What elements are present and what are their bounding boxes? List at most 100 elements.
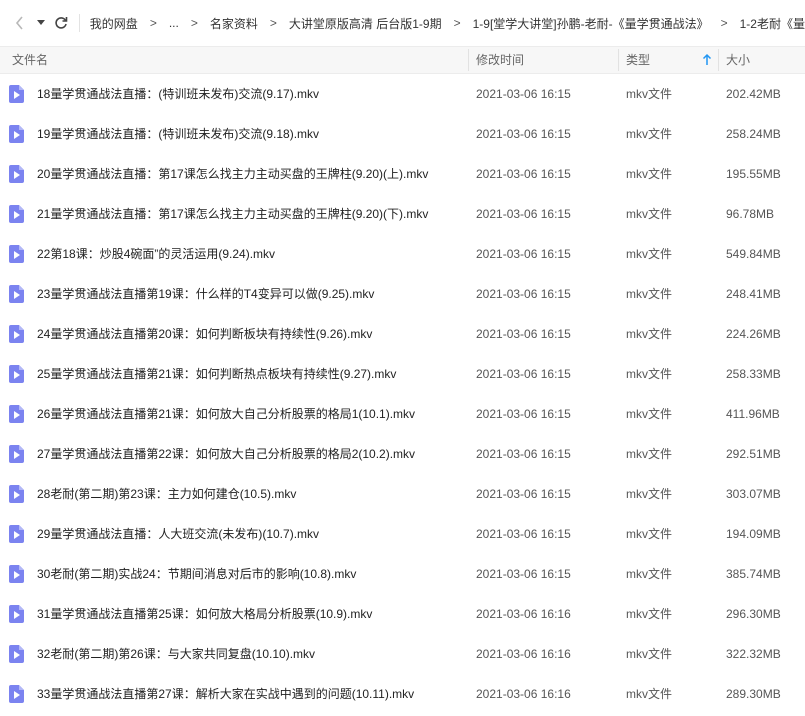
video-file-icon — [9, 245, 24, 263]
breadcrumb-item[interactable]: 名家资料 — [210, 15, 258, 32]
file-row[interactable]: 19量学贯通战法直播：(特训班未发布)交流(9.18).mkv 2021-03-0… — [0, 114, 805, 154]
file-type: mkv文件 — [626, 407, 672, 421]
video-file-icon — [9, 565, 24, 583]
file-name[interactable]: 22第18课：炒股4碗面”的灵活运用(9.24).mkv — [37, 234, 275, 274]
file-size: 248.41MB — [726, 287, 781, 301]
file-name[interactable]: 31量学贯通战法直播第25课：如何放大格局分析股票(10.9).mkv — [37, 594, 372, 634]
file-row[interactable]: 23量学贯通战法直播第19课：什么样的T4变异可以做(9.25).mkv 2021… — [0, 274, 805, 314]
file-type: mkv文件 — [626, 527, 672, 541]
column-header-type[interactable]: 类型 — [626, 47, 650, 73]
video-file-icon — [9, 445, 24, 463]
file-row[interactable]: 20量学贯通战法直播：第17课怎么找主力主动买盘的王牌柱(9.20)(上).mk… — [0, 154, 805, 194]
file-name[interactable]: 18量学贯通战法直播：(特训班未发布)交流(9.17).mkv — [37, 74, 319, 114]
file-size: 202.42MB — [726, 87, 781, 101]
file-row[interactable]: 21量学贯通战法直播：第17课怎么找主力主动买盘的王牌柱(9.20)(下).mk… — [0, 194, 805, 234]
file-name[interactable]: 20量学贯通战法直播：第17课怎么找主力主动买盘的王牌柱(9.20)(上).mk… — [37, 154, 428, 194]
video-file-icon — [9, 285, 24, 303]
video-file-icon — [9, 525, 24, 543]
video-file-icon — [9, 205, 24, 223]
file-type: mkv文件 — [626, 487, 672, 501]
file-size: 303.07MB — [726, 487, 781, 501]
video-file-icon — [9, 125, 24, 143]
file-row[interactable]: 26量学贯通战法直播第21课：如何放大自己分析股票的格局1(10.1).mkv 2… — [0, 394, 805, 434]
file-name[interactable]: 28老耐(第二期)第23课：主力如何建仓(10.5).mkv — [37, 474, 296, 514]
column-header-size[interactable]: 大小 — [726, 47, 750, 73]
file-size: 258.24MB — [726, 127, 781, 141]
file-size: 289.30MB — [726, 687, 781, 701]
file-size: 292.51MB — [726, 447, 781, 461]
file-type: mkv文件 — [626, 327, 672, 341]
breadcrumb-separator-icon: > — [720, 16, 728, 30]
file-name[interactable]: 19量学贯通战法直播：(特训班未发布)交流(9.18).mkv — [37, 114, 319, 154]
file-type: mkv文件 — [626, 207, 672, 221]
breadcrumb-item[interactable]: 1-9[堂学大讲堂]孙鹏-老耐-《量学贯通战法》 — [473, 15, 709, 32]
file-row[interactable]: 33量学贯通战法直播第27课：解析大家在实战中遇到的问题(10.11).mkv 2… — [0, 674, 805, 714]
file-type: mkv文件 — [626, 247, 672, 261]
video-file-icon — [9, 485, 24, 503]
file-size: 224.26MB — [726, 327, 781, 341]
file-row[interactable]: 25量学贯通战法直播第21课：如何判断热点板块有持续性(9.27).mkv 202… — [0, 354, 805, 394]
file-row[interactable]: 31量学贯通战法直播第25课：如何放大格局分析股票(10.9).mkv 2021-… — [0, 594, 805, 634]
file-row[interactable]: 24量学贯通战法直播第20课：如何判断板块有持续性(9.26).mkv 2021-… — [0, 314, 805, 354]
file-name[interactable]: 23量学贯通战法直播第19课：什么样的T4变异可以做(9.25).mkv — [37, 274, 374, 314]
file-name[interactable]: 32老耐(第二期)第26课：与大家共同复盘(10.10).mkv — [37, 634, 315, 674]
breadcrumb-separator-icon: > — [269, 16, 277, 30]
navigation-bar: 我的网盘 > ... > 名家资料 > 大讲堂原版高清 后台版1-9期 > 1-… — [0, 0, 805, 46]
video-file-icon — [9, 685, 24, 703]
breadcrumb-item[interactable]: 我的网盘 — [90, 15, 138, 32]
column-divider[interactable] — [618, 49, 619, 71]
file-name[interactable]: 27量学贯通战法直播第22课：如何放大自己分析股票的格局2(10.2).mkv — [37, 434, 415, 474]
breadcrumb-item[interactable]: ... — [169, 16, 179, 30]
file-row[interactable]: 29量学贯通战法直播：人大班交流(未发布)(10.7).mkv 2021-03-0… — [0, 514, 805, 554]
file-size: 322.32MB — [726, 647, 781, 661]
column-divider[interactable] — [468, 49, 469, 71]
column-header-modified[interactable]: 修改时间 — [476, 47, 524, 73]
column-divider[interactable] — [718, 49, 719, 71]
file-modified-time: 2021-03-06 16:16 — [476, 687, 571, 701]
file-modified-time: 2021-03-06 16:16 — [476, 647, 571, 661]
file-name[interactable]: 29量学贯通战法直播：人大班交流(未发布)(10.7).mkv — [37, 514, 319, 554]
file-name[interactable]: 24量学贯通战法直播第20课：如何判断板块有持续性(9.26).mkv — [37, 314, 372, 354]
file-size: 194.09MB — [726, 527, 781, 541]
chevron-left-icon[interactable] — [12, 13, 28, 33]
file-row[interactable]: 32老耐(第二期)第26课：与大家共同复盘(10.10).mkv 2021-03-… — [0, 634, 805, 674]
file-row[interactable]: 30老耐(第二期)实战24：节期间消息对后市的影响(10.8).mkv 2021-… — [0, 554, 805, 594]
file-modified-time: 2021-03-06 16:15 — [476, 527, 571, 541]
video-file-icon — [9, 645, 24, 663]
file-list-header: 文件名 修改时间 类型 大小 — [0, 46, 805, 74]
divider — [79, 14, 80, 32]
file-type: mkv文件 — [626, 87, 672, 101]
file-modified-time: 2021-03-06 16:15 — [476, 247, 571, 261]
file-row[interactable]: 22第18课：炒股4碗面”的灵活运用(9.24).mkv 2021-03-06 1… — [0, 234, 805, 274]
file-name[interactable]: 21量学贯通战法直播：第17课怎么找主力主动买盘的王牌柱(9.20)(下).mk… — [37, 194, 428, 234]
file-size: 385.74MB — [726, 567, 781, 581]
video-file-icon — [9, 85, 24, 103]
video-file-icon — [9, 605, 24, 623]
file-type: mkv文件 — [626, 367, 672, 381]
column-header-name[interactable]: 文件名 — [12, 47, 48, 73]
file-modified-time: 2021-03-06 16:15 — [476, 567, 571, 581]
file-size: 549.84MB — [726, 247, 781, 261]
file-size: 195.55MB — [726, 167, 781, 181]
file-size: 258.33MB — [726, 367, 781, 381]
breadcrumb-item[interactable]: 大讲堂原版高清 后台版1-9期 — [289, 15, 442, 32]
refresh-icon[interactable] — [53, 13, 69, 33]
file-size: 411.96MB — [726, 407, 780, 421]
file-modified-time: 2021-03-06 16:15 — [476, 287, 571, 301]
breadcrumb-item-current[interactable]: 1-2老耐《量 — [740, 15, 805, 32]
file-modified-time: 2021-03-06 16:15 — [476, 327, 571, 341]
file-modified-time: 2021-03-06 16:15 — [476, 87, 571, 101]
file-type: mkv文件 — [626, 607, 672, 621]
file-name[interactable]: 30老耐(第二期)实战24：节期间消息对后市的影响(10.8).mkv — [37, 554, 356, 594]
file-name[interactable]: 33量学贯通战法直播第27课：解析大家在实战中遇到的问题(10.11).mkv — [37, 674, 414, 714]
file-row[interactable]: 27量学贯通战法直播第22课：如何放大自己分析股票的格局2(10.2).mkv 2… — [0, 434, 805, 474]
file-type: mkv文件 — [626, 567, 672, 581]
caret-down-icon[interactable] — [33, 13, 49, 33]
file-row[interactable]: 28老耐(第二期)第23课：主力如何建仓(10.5).mkv 2021-03-06… — [0, 474, 805, 514]
sort-ascending-icon[interactable] — [700, 53, 714, 67]
file-name[interactable]: 25量学贯通战法直播第21课：如何判断热点板块有持续性(9.27).mkv — [37, 354, 396, 394]
breadcrumb: 我的网盘 > ... > 名家资料 > 大讲堂原版高清 后台版1-9期 > 1-… — [90, 15, 805, 32]
file-row[interactable]: 18量学贯通战法直播：(特训班未发布)交流(9.17).mkv 2021-03-0… — [0, 74, 805, 114]
file-name[interactable]: 26量学贯通战法直播第21课：如何放大自己分析股票的格局1(10.1).mkv — [37, 394, 415, 434]
video-file-icon — [9, 165, 24, 183]
